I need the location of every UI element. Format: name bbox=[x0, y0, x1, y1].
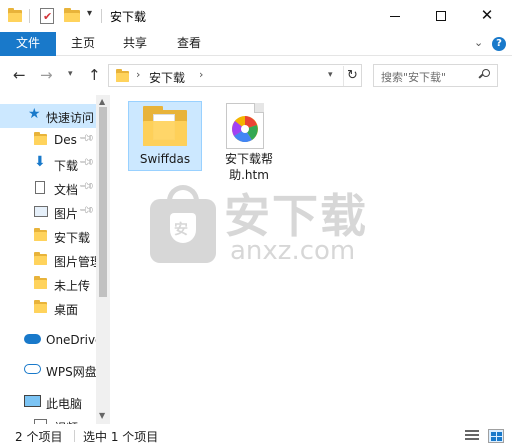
expand-ribbon-chevron-icon[interactable]: ⌄ bbox=[474, 36, 483, 49]
tab-share[interactable]: 共享 bbox=[114, 32, 156, 56]
scrollbar-thumb[interactable] bbox=[99, 107, 107, 297]
up-arrow-icon[interactable]: ↑ bbox=[88, 66, 101, 84]
back-arrow-icon[interactable]: ← bbox=[13, 66, 26, 84]
properties-icon[interactable]: ✔ bbox=[40, 8, 54, 24]
wps-cloud-icon bbox=[24, 364, 41, 374]
large-icons-view-icon[interactable] bbox=[488, 429, 504, 443]
nav-item-picture-manage[interactable]: 图片管理 bbox=[0, 248, 96, 272]
computer-icon bbox=[24, 395, 41, 407]
minimize-button[interactable] bbox=[372, 0, 418, 32]
folder-icon bbox=[34, 300, 47, 313]
htm-file-icon bbox=[226, 103, 264, 149]
nav-pane-scrollbar[interactable]: ▲ ▼ bbox=[96, 95, 110, 424]
nav-item-label: OneDrive bbox=[46, 333, 96, 347]
folder-icon bbox=[8, 8, 22, 22]
status-separator bbox=[74, 430, 75, 442]
item-count: 2 个项目 bbox=[15, 430, 63, 444]
refresh-icon[interactable]: ↻ bbox=[343, 66, 361, 86]
customize-quick-access-chevron-icon[interactable]: ▾ bbox=[87, 8, 92, 19]
file-name: Swiffdas bbox=[139, 152, 191, 166]
scroll-up-arrow-icon[interactable]: ▲ bbox=[99, 97, 105, 106]
nav-item-label: 图片管理 bbox=[54, 255, 96, 269]
navigation-bar: ← → ▾ ↑ › 安下载 › ▾ ↻ 搜索"安下载" bbox=[0, 57, 512, 95]
ribbon-tabs: 文件 主页 共享 查看 ⌄ ? bbox=[0, 32, 512, 56]
nav-item-downloads[interactable]: ⬇ 下载 📌︎ bbox=[0, 152, 96, 176]
file-name: 安下载帮助.htm bbox=[224, 152, 273, 182]
nav-item-label: 此电脑 bbox=[46, 397, 83, 411]
new-folder-icon[interactable] bbox=[64, 8, 80, 22]
nav-item-desktop[interactable]: 桌面 bbox=[0, 296, 96, 320]
folder-icon bbox=[34, 228, 47, 241]
browser-logo-icon bbox=[232, 116, 258, 143]
cloud-icon bbox=[24, 334, 41, 344]
nav-item-quick-access[interactable]: ★ 快速访问 bbox=[0, 104, 96, 128]
breadcrumb-chevron-icon[interactable]: › bbox=[199, 68, 203, 81]
status-bar: 2 个项目 选中 1 个项目 bbox=[0, 424, 512, 447]
help-icon[interactable]: ? bbox=[492, 37, 506, 51]
details-view-icon[interactable] bbox=[465, 430, 479, 441]
file-item-htm[interactable]: 安下载帮助.htm bbox=[212, 101, 286, 187]
tab-home[interactable]: 主页 bbox=[62, 32, 104, 56]
window-title: 安下载 bbox=[110, 10, 147, 24]
folder-icon bbox=[34, 252, 47, 265]
nav-item-wps-cloud[interactable]: WPS网盘 bbox=[0, 358, 96, 382]
nav-item-this-pc[interactable]: 此电脑 bbox=[0, 390, 96, 414]
picture-icon bbox=[34, 206, 48, 217]
search-icon[interactable] bbox=[478, 69, 490, 80]
document-icon bbox=[35, 181, 45, 194]
tab-view[interactable]: 查看 bbox=[168, 32, 210, 56]
watermark-url: anxz.com bbox=[230, 236, 356, 266]
star-icon: ★ bbox=[28, 106, 41, 122]
search-input[interactable]: 搜索"安下载" bbox=[373, 64, 498, 87]
download-arrow-icon: ⬇ bbox=[34, 154, 46, 170]
scroll-down-arrow-icon[interactable]: ▼ bbox=[99, 411, 105, 420]
shopping-bag-logo-icon: 安 bbox=[150, 185, 216, 263]
selection-count: 选中 1 个项目 bbox=[83, 430, 159, 444]
folder-icon bbox=[116, 69, 129, 82]
nav-item-label: WPS网盘 bbox=[46, 365, 96, 379]
navigation-pane: ★ 快速访问 Des 📌︎ ⬇ 下载 📌︎ 文档 📌︎ 图片 📌︎ 安下载 图片… bbox=[0, 95, 110, 424]
maximize-button[interactable] bbox=[418, 0, 464, 32]
nav-item-desktop-pinned[interactable]: Des 📌︎ bbox=[0, 128, 96, 152]
nav-item-anxz-folder[interactable]: 安下载 bbox=[0, 224, 96, 248]
close-button[interactable]: ✕ bbox=[464, 0, 510, 32]
nav-item-documents[interactable]: 文档 📌︎ bbox=[0, 176, 96, 200]
file-item-folder[interactable]: Swiffdas bbox=[128, 101, 202, 171]
watermark: 安 安下载 anxz.com bbox=[150, 180, 390, 275]
nav-item-pictures[interactable]: 图片 📌︎ bbox=[0, 200, 96, 224]
folder-icon bbox=[143, 106, 187, 146]
nav-item-videos[interactable]: 视频 bbox=[0, 414, 96, 424]
nav-item-label: 快速访问 bbox=[46, 111, 95, 125]
breadcrumb-chevron-icon[interactable]: › bbox=[136, 68, 140, 81]
forward-arrow-icon[interactable]: → bbox=[40, 66, 53, 84]
title-bar: ✔ ▾ 安下载 ✕ bbox=[0, 0, 512, 32]
address-history-chevron-icon[interactable]: ▾ bbox=[328, 70, 333, 80]
recent-locations-chevron-icon[interactable]: ▾ bbox=[68, 69, 73, 79]
folder-icon bbox=[34, 132, 47, 145]
nav-item-not-uploaded[interactable]: 未上传 bbox=[0, 272, 96, 296]
breadcrumb-current[interactable]: 安下载 bbox=[149, 69, 185, 86]
nav-item-onedrive[interactable]: OneDrive bbox=[0, 328, 96, 352]
search-placeholder: 搜索"安下载" bbox=[381, 71, 447, 84]
address-bar[interactable]: › 安下载 › ▾ ↻ bbox=[108, 64, 362, 87]
quick-access-separator bbox=[29, 9, 30, 23]
title-separator bbox=[101, 9, 102, 23]
tab-file[interactable]: 文件 bbox=[0, 32, 56, 56]
folder-icon bbox=[34, 276, 47, 289]
